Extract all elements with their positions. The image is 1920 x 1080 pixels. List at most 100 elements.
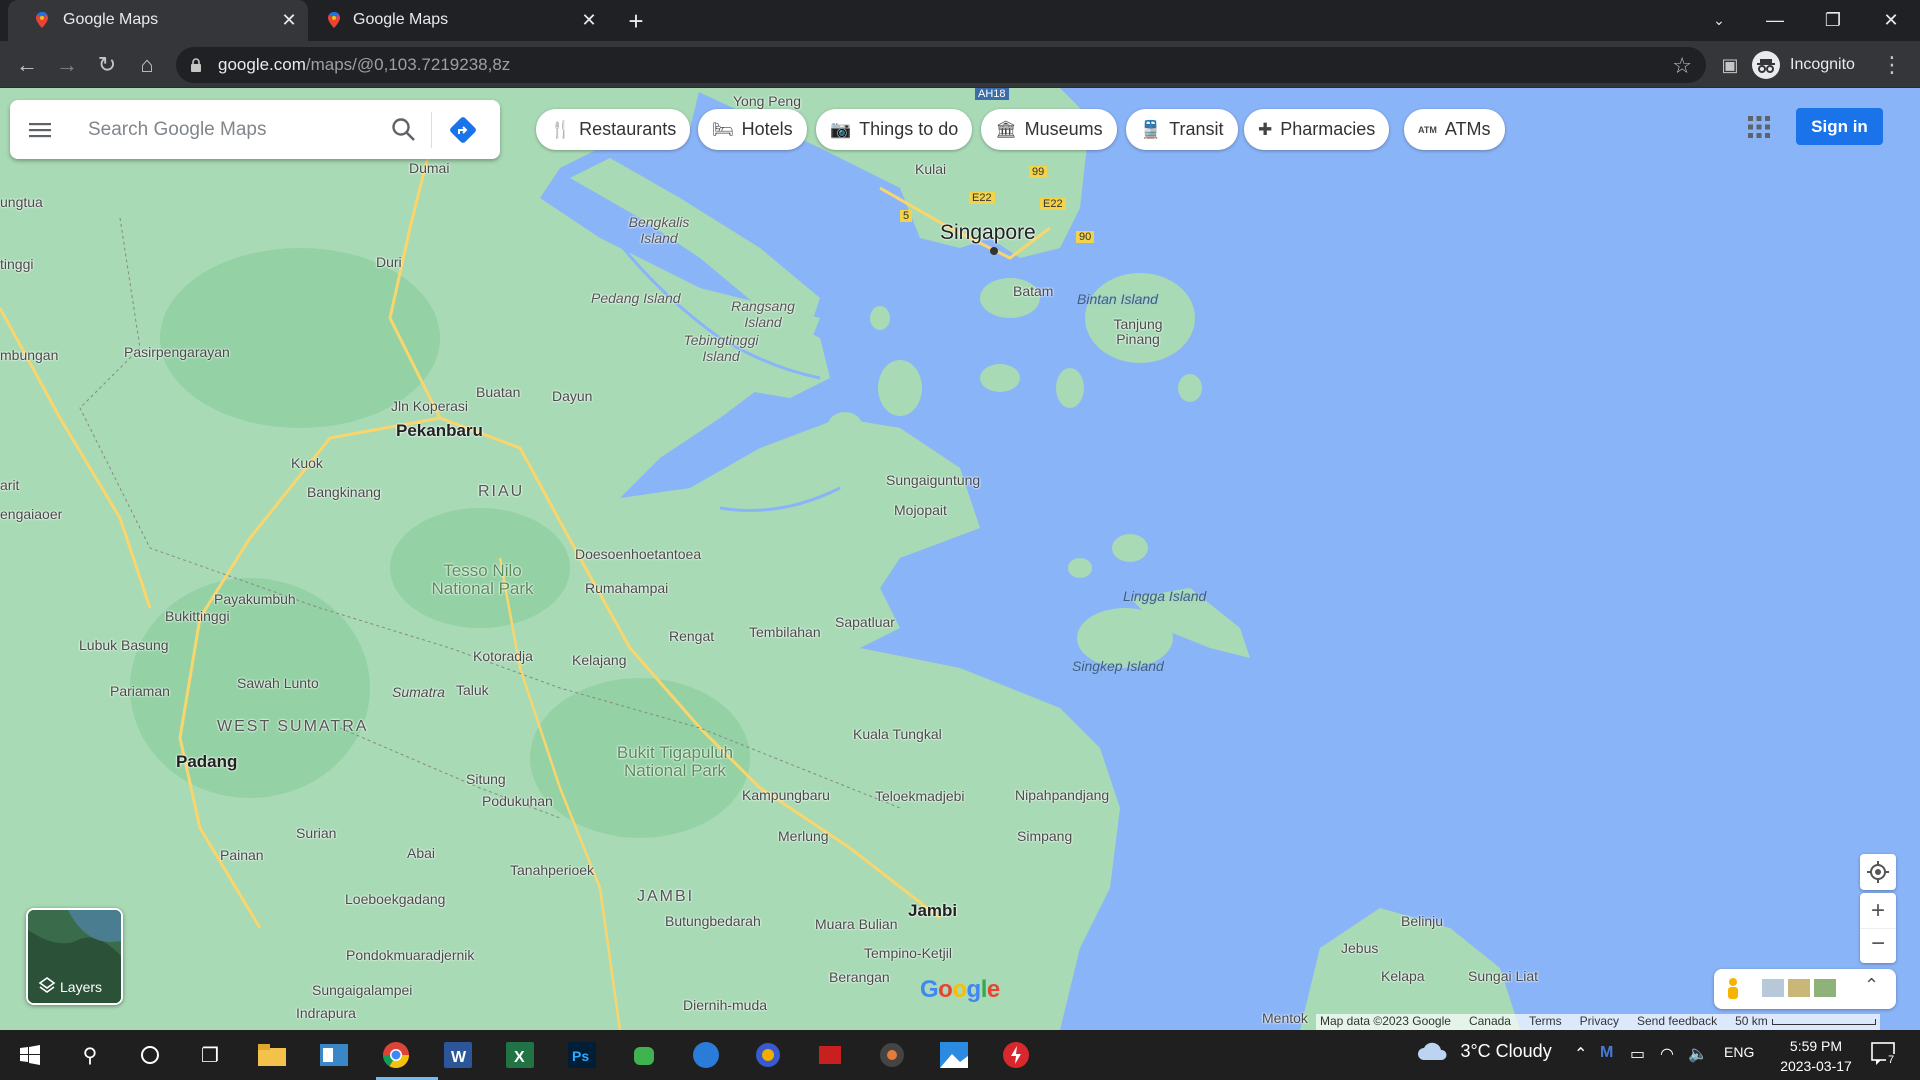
tray-expand-icon[interactable]: ⌃ (1574, 1044, 1587, 1064)
file-explorer-icon[interactable] (252, 1035, 292, 1075)
label-sungai-liat[interactable]: Sungai Liat (1468, 968, 1538, 984)
label-loeboekgadang[interactable]: Loeboekgadang (345, 891, 445, 907)
pegman-icon[interactable] (1724, 977, 1742, 1001)
back-icon[interactable]: ← (11, 49, 43, 81)
tab-search-icon[interactable]: ⌄ (1696, 4, 1742, 36)
notification-center-icon[interactable]: 7 (1870, 1040, 1897, 1071)
label-jln-koperasi[interactable]: Jln Koperasi (391, 398, 468, 414)
mu-app-icon[interactable] (686, 1035, 726, 1075)
label-tempino-ketjil[interactable]: Tempino-Ketjil (864, 945, 952, 961)
search-input[interactable] (88, 114, 378, 146)
app-icon-8[interactable] (748, 1035, 788, 1075)
tray-app-icon[interactable]: M (1600, 1044, 1613, 1062)
label-rumahampai[interactable]: Rumahampai (585, 580, 668, 596)
tab-google-maps-1[interactable]: Google Maps ✕ (8, 0, 308, 41)
chip-atms[interactable]: ATM ATMs (1404, 109, 1505, 150)
app-icon-10[interactable] (872, 1035, 912, 1075)
label-muara-bulian[interactable]: Muara Bulian (815, 916, 898, 932)
home-icon[interactable]: ⌂ (131, 49, 163, 81)
label-tebingtinggi[interactable]: Tebingtinggi Island (678, 332, 764, 364)
label-bukittinggi[interactable]: Bukittinggi (165, 608, 230, 624)
label-pasirpengarayan[interactable]: Pasirpengarayan (124, 344, 230, 360)
label-podukuhan[interactable]: Podukuhan (482, 793, 553, 809)
zoom-out-button[interactable]: − (1860, 928, 1896, 963)
label-indrapura[interactable]: Indrapura (296, 1005, 356, 1021)
photoshop-icon[interactable]: Ps (562, 1035, 602, 1075)
search-icon[interactable] (388, 114, 420, 146)
map-canvas[interactable]: Singapore Pekanbaru Padang Jambi RIAU WE… (0, 88, 1920, 1030)
lock-icon[interactable] (190, 57, 202, 73)
label-pariaman[interactable]: Pariaman (110, 683, 170, 699)
tab-close-icon[interactable]: ✕ (278, 9, 300, 31)
imagery-thumb-2[interactable] (1788, 979, 1810, 997)
label-butungbedarah[interactable]: Butungbedarah (665, 913, 761, 929)
label-merlung[interactable]: Merlung (778, 828, 829, 844)
wechat-icon[interactable] (624, 1035, 664, 1075)
address-bar[interactable]: google.com/maps/@0,103.7219238,8z ☆ (176, 47, 1706, 83)
excel-icon[interactable]: X (500, 1035, 540, 1075)
send-feedback-link[interactable]: Send feedback (1637, 1014, 1717, 1030)
label-sungaigalampei[interactable]: Sungaigalampei (312, 982, 412, 998)
label-kuok[interactable]: Kuok (291, 455, 323, 471)
task-view-icon[interactable]: ❐ (190, 1035, 230, 1075)
label-edge-engaiaoer[interactable]: engaiaoer (0, 506, 62, 522)
label-bengkalis[interactable]: Bengkalis Island (623, 214, 695, 246)
label-diernih-muda[interactable]: Diernih-muda (683, 997, 767, 1013)
label-bukit-tigapuluh[interactable]: Bukit Tigapuluh National Park (615, 744, 735, 780)
my-location-button[interactable] (1860, 854, 1896, 890)
label-bintan[interactable]: Bintan Island (1077, 291, 1158, 307)
label-kuala-tungkal[interactable]: Kuala Tungkal (853, 726, 942, 742)
url-text[interactable]: google.com/maps/@0,103.7219238,8z (218, 55, 510, 75)
label-buatan[interactable]: Buatan (476, 384, 520, 400)
close-window-button[interactable]: ✕ (1868, 4, 1914, 36)
app-icon-9[interactable] (810, 1035, 850, 1075)
side-panel-icon[interactable]: ▣ (1714, 49, 1746, 81)
label-lingga[interactable]: Lingga Island (1123, 588, 1206, 604)
label-dumai[interactable]: Dumai (409, 160, 449, 176)
chip-pharmacies[interactable]: ✚ Pharmacies (1244, 109, 1390, 150)
label-rengat[interactable]: Rengat (669, 628, 714, 644)
label-dayun[interactable]: Dayun (552, 388, 592, 404)
word-icon[interactable]: W (438, 1035, 478, 1075)
label-kampungbaru[interactable]: Kampungbaru (742, 787, 830, 803)
imagery-thumb-1[interactable] (1762, 979, 1784, 997)
minimize-button[interactable]: — (1752, 4, 1798, 36)
label-edge-mbungan[interactable]: mbungan (0, 347, 58, 363)
label-singapore[interactable]: Singapore (940, 221, 1036, 245)
chip-transit[interactable]: 🚆 Transit (1126, 109, 1238, 150)
chrome-icon[interactable] (376, 1035, 438, 1080)
terms-link[interactable]: Terms (1529, 1014, 1562, 1030)
label-pekanbaru[interactable]: Pekanbaru (396, 421, 483, 441)
forward-icon[interactable]: → (51, 49, 83, 81)
label-rangsang[interactable]: Rangsang Island (728, 298, 798, 330)
cortana-icon[interactable] (130, 1035, 170, 1075)
chip-things-to-do[interactable]: 📷 Things to do (816, 109, 973, 150)
label-tembilahan[interactable]: Tembilahan (749, 624, 821, 640)
label-simpang[interactable]: Simpang (1017, 828, 1072, 844)
bookmark-star-icon[interactable]: ☆ (1672, 53, 1692, 79)
restore-button[interactable]: ❐ (1810, 4, 1856, 36)
incognito-indicator[interactable]: Incognito (1752, 49, 1855, 81)
imagery-strip[interactable]: ⌃ (1714, 969, 1896, 1009)
label-sumatra[interactable]: Sumatra (392, 684, 445, 700)
label-abai[interactable]: Abai (407, 845, 435, 861)
chip-hotels[interactable]: 🛏 Hotels (698, 109, 807, 150)
label-mentok[interactable]: Mentok (1262, 1010, 1308, 1026)
label-berangan[interactable]: Berangan (829, 969, 890, 985)
language-indicator[interactable]: ENG (1724, 1044, 1754, 1060)
label-edge-tinggi[interactable]: tinggi (0, 256, 33, 272)
chip-museums[interactable]: 🏛 Museums (981, 109, 1117, 150)
label-duri[interactable]: Duri (376, 254, 402, 270)
label-kotoradja[interactable]: Kotoradja (473, 648, 533, 664)
privacy-link[interactable]: Privacy (1580, 1014, 1619, 1030)
layers-button[interactable]: Layers (26, 908, 123, 1005)
label-kelapa[interactable]: Kelapa (1381, 968, 1425, 984)
label-edge-ungtua[interactable]: ungtua (0, 194, 43, 210)
weather-widget[interactable]: 3°C Cloudy (1416, 1040, 1552, 1062)
label-sungaiguntung[interactable]: Sungaiguntung (886, 472, 980, 488)
label-pondokmuaradjernik[interactable]: Pondokmuaradjernik (346, 947, 474, 963)
label-sapatluar[interactable]: Sapatluar (835, 614, 895, 630)
tab-google-maps-2[interactable]: Google Maps ✕ (308, 0, 608, 41)
scale-bar[interactable]: 50 km (1735, 1014, 1876, 1030)
outlook-icon[interactable] (314, 1035, 354, 1075)
